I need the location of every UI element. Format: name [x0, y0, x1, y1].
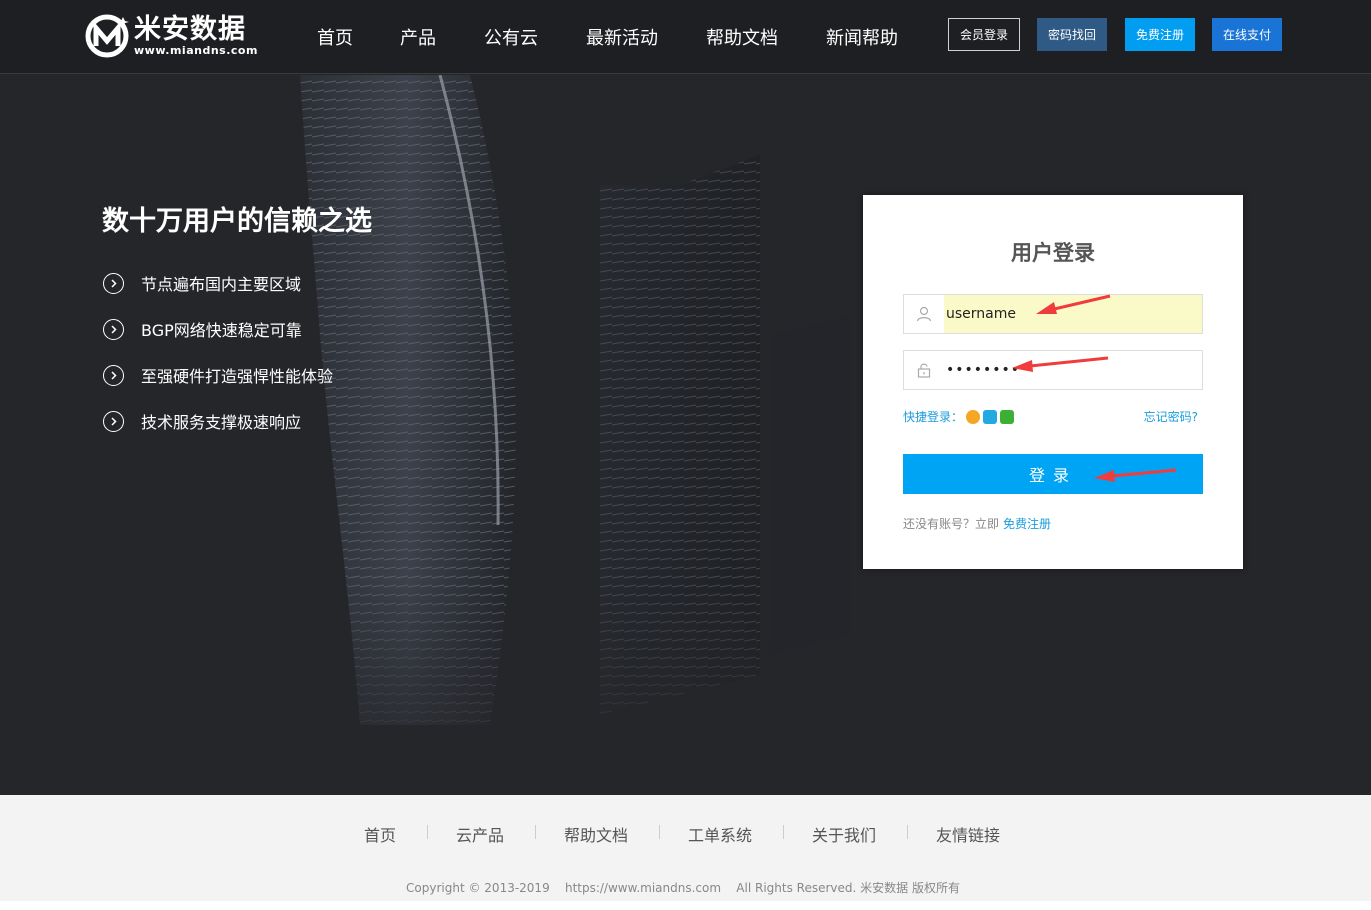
chevron-right-circle-icon [103, 364, 124, 386]
feature-text: 技术服务支撑极速响应 [141, 413, 302, 432]
annotation-arrow-icon [1094, 468, 1177, 482]
chevron-right-circle-icon [103, 272, 124, 294]
feature-text: 节点遍布国内主要区域 [141, 275, 302, 294]
logo-url: www.miandns.com [134, 44, 258, 57]
feature-item: 节点遍布国内主要区域 [103, 271, 301, 295]
chevron-right-circle-icon [103, 318, 124, 340]
footer-link-home[interactable]: 首页 [364, 822, 396, 846]
weibo-icon[interactable] [966, 409, 981, 424]
forgot-password-link[interactable]: 忘记密码? [1144, 408, 1198, 425]
free-register-button[interactable]: 免费注册 [1125, 18, 1195, 51]
login-title: 用户登录 [1011, 241, 1095, 265]
feature-text: 至强硬件打造强悍性能体验 [141, 367, 334, 386]
feature-item: BGP网络快速稳定可靠 [103, 317, 302, 341]
signup-prompt: 还没有账号？立即 免费注册 [903, 515, 1051, 532]
footer-link-help-docs[interactable]: 帮助文档 [564, 822, 628, 846]
nav-latest-activities[interactable]: 最新活动 [586, 24, 658, 50]
qq-icon[interactable] [983, 409, 998, 424]
member-login-button[interactable]: 会员登录 [948, 18, 1020, 51]
hero-title: 数十万用户的信赖之选 [102, 206, 372, 237]
site-footer: 首页 云产品 帮助文档 工单系统 关于我们 友情链接 Copyright © 2… [0, 795, 1371, 910]
footer-link-ticket-system[interactable]: 工单系统 [688, 822, 752, 846]
feature-item: 至强硬件打造强悍性能体验 [103, 363, 333, 387]
password-recover-button[interactable]: 密码找回 [1037, 18, 1107, 51]
online-pay-button[interactable]: 在线支付 [1212, 18, 1282, 51]
nav-products[interactable]: 产品 [400, 24, 436, 50]
copyright-text: Copyright © 2013-2019 https://www.miandn… [406, 881, 960, 895]
nav-news-help[interactable]: 新闻帮助 [826, 24, 898, 50]
quick-login-label: 快捷登录： [903, 410, 964, 424]
hero-section: 数十万用户的信赖之选 节点遍布国内主要区域 BGP网络快速稳定可靠 至强硬件打造… [0, 75, 1371, 795]
annotation-arrow-icon [1036, 294, 1111, 314]
chevron-right-circle-icon [103, 410, 124, 432]
user-icon [904, 295, 944, 333]
site-logo[interactable]: 米安数据 www.miandns.com [84, 12, 274, 60]
annotation-arrow-icon [1012, 356, 1109, 372]
nav-help-docs[interactable]: 帮助文档 [706, 24, 778, 50]
signup-prefix: 还没有账号？立即 [903, 517, 1000, 531]
footer-link-cloud-products[interactable]: 云产品 [456, 822, 504, 846]
feature-text: BGP网络快速稳定可靠 [141, 321, 302, 340]
login-card: 用户登录 快捷登录： 忘记密码? 登录 还没有账号？立即免费注册 [863, 195, 1243, 569]
quick-login: 快捷登录： [903, 408, 1015, 425]
nav-home[interactable]: 首页 [317, 24, 353, 50]
logo-name: 米安数据 [134, 14, 246, 45]
nav-public-cloud[interactable]: 公有云 [484, 24, 538, 50]
feature-item: 技术服务支撑极速响应 [103, 409, 301, 433]
wechat-icon[interactable] [1000, 409, 1015, 424]
logo-mark-icon [85, 14, 129, 58]
lock-icon [904, 351, 944, 389]
signup-link[interactable]: 免费注册 [1003, 517, 1051, 531]
site-header: 米安数据 www.miandns.com 首页 产品 公有云 最新活动 帮助文档… [0, 0, 1371, 74]
footer-link-about-us[interactable]: 关于我们 [812, 822, 876, 846]
footer-link-friendly-links[interactable]: 友情链接 [936, 822, 1000, 846]
